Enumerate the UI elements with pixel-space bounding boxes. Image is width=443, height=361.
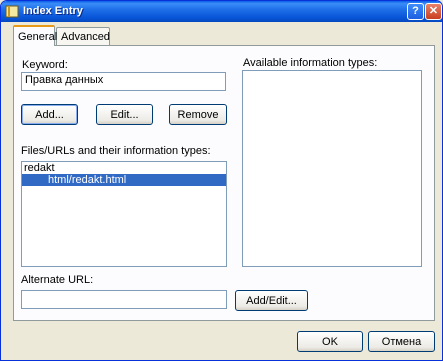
cancel-button[interactable]: Отмена <box>368 331 435 352</box>
keyword-input[interactable]: Правка данных <box>21 72 226 91</box>
help-book-icon <box>5 5 19 18</box>
close-button[interactable]: ✕ <box>425 3 442 20</box>
remove-button[interactable]: Remove <box>169 104 227 125</box>
files-label: Files/URLs and their information types: <box>21 145 211 157</box>
title-bar[interactable]: Index Entry ? ✕ <box>1 1 442 22</box>
ok-button[interactable]: OK <box>297 331 363 352</box>
add-edit-button[interactable]: Add/Edit... <box>235 290 308 311</box>
keyword-label: Keyword: <box>22 59 68 71</box>
list-item-selected[interactable]: html/redakt.html <box>22 174 226 186</box>
files-list[interactable]: redakt html/redakt.html <box>21 161 227 267</box>
edit-button[interactable]: Edit... <box>96 104 153 125</box>
info-types-label: Available information types: <box>243 57 378 69</box>
alternate-url-label: Alternate URL: <box>21 274 94 286</box>
window-title: Index Entry <box>23 5 83 17</box>
tab-general[interactable]: General <box>13 25 57 46</box>
index-entry-dialog: Index Entry ? ✕ General Advanced Keyword… <box>0 0 443 361</box>
list-item[interactable]: redakt <box>22 162 226 174</box>
tab-advanced[interactable]: Advanced <box>56 27 110 45</box>
info-types-list[interactable] <box>242 70 422 267</box>
add-button[interactable]: Add... <box>21 104 78 125</box>
help-button[interactable]: ? <box>407 3 424 20</box>
alternate-url-input[interactable] <box>21 290 227 309</box>
